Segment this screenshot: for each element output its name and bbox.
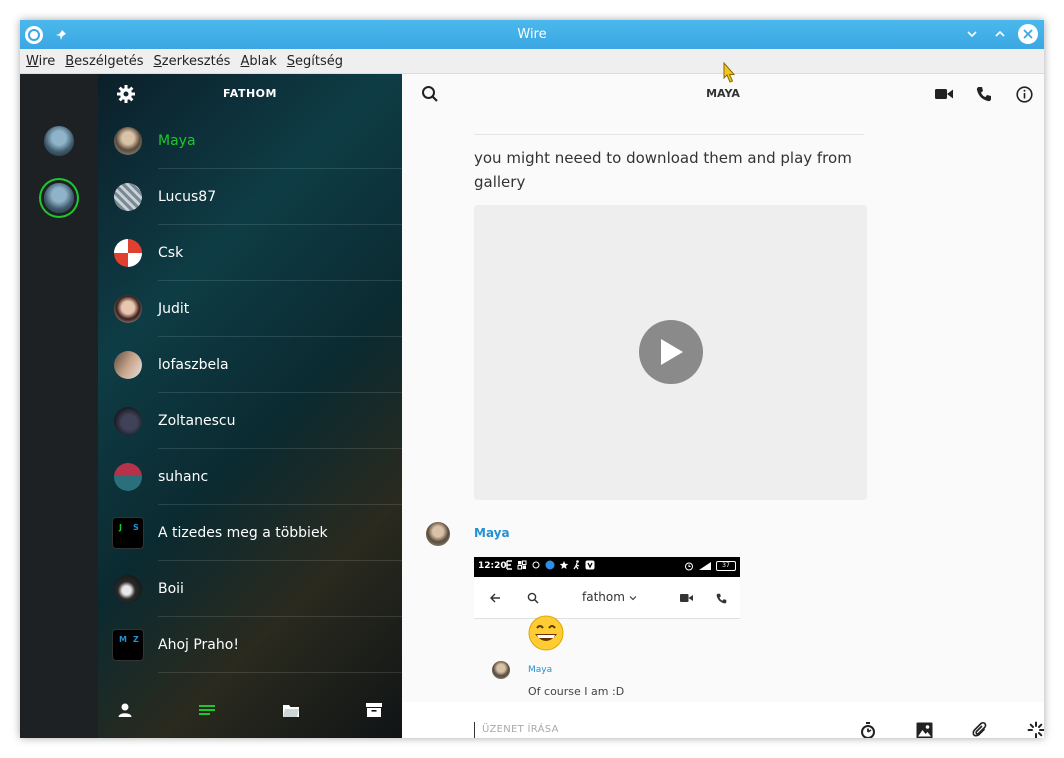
username-label: FATHOM	[223, 87, 277, 100]
conversation-name: Boii	[158, 581, 184, 597]
video-attachment[interactable]	[474, 205, 867, 500]
title-bar: Wire	[20, 20, 1044, 49]
info-icon[interactable]	[1014, 84, 1034, 104]
conversation-name: A tizedes meg a többiek	[158, 525, 328, 541]
conversation-item[interactable]: Boii	[98, 561, 402, 617]
account-avatar[interactable]	[44, 126, 74, 156]
timer-icon[interactable]	[858, 720, 878, 738]
image-icon[interactable]	[914, 720, 934, 738]
conversation-item[interactable]: Lucus87	[98, 169, 402, 225]
avatar	[114, 239, 142, 267]
conversation-name: Judit	[158, 301, 190, 317]
back-arrow-icon	[488, 591, 502, 605]
group-avatar: M Z	[112, 629, 144, 661]
embedded-message-text: Of course I am :D	[528, 685, 625, 698]
message-input-placeholder[interactable]: ÜZENET ÍRÁSA	[482, 724, 559, 735]
embedded-status-bar: 12:20 37	[474, 557, 740, 577]
chevron-down-icon	[629, 596, 637, 601]
conversations-icon[interactable]	[197, 700, 217, 720]
avatar	[114, 183, 142, 211]
conversation-name: Lucus87	[158, 189, 217, 205]
avatar	[114, 407, 142, 435]
menu-bar: Wire Beszélgetés Szerkesztés Ablak Segít…	[20, 49, 1044, 74]
conversation-name: Ahoj Praho!	[158, 637, 239, 653]
message-divider	[474, 134, 864, 135]
list-footer	[98, 682, 402, 738]
grinning-emoji-icon	[528, 615, 564, 651]
conversation-item[interactable]: Maya	[98, 113, 402, 169]
conversation-name: suhanc	[158, 469, 209, 485]
phone-icon	[714, 591, 728, 605]
conversation-name: lofaszbela	[158, 357, 229, 373]
notification-icons	[506, 560, 595, 570]
close-button[interactable]	[1018, 24, 1038, 44]
menu-help[interactable]: Segítség	[287, 54, 343, 69]
archive-icon[interactable]	[364, 700, 384, 720]
list-header: FATHOM	[98, 74, 402, 114]
account-rail	[20, 74, 98, 738]
conversation-item[interactable]: Csk	[98, 225, 402, 281]
contacts-icon[interactable]	[115, 700, 135, 720]
conversation-item[interactable]: Judit	[98, 281, 402, 337]
ping-icon[interactable]	[1026, 720, 1044, 738]
conversation-name: Maya	[158, 133, 196, 149]
play-button[interactable]	[639, 320, 703, 384]
embedded-sender-name: Maya	[528, 665, 553, 675]
minimize-button[interactable]	[962, 24, 982, 44]
paperclip-icon[interactable]	[970, 720, 990, 738]
embedded-sender-avatar	[492, 661, 510, 679]
menu-conversation[interactable]: Beszélgetés	[65, 54, 143, 69]
video-call-icon[interactable]	[934, 84, 954, 104]
video-call-icon	[679, 591, 693, 605]
avatar	[114, 575, 142, 603]
conversation-item[interactable]: J S A tizedes meg a többiek	[98, 505, 402, 561]
message-text: you might neeed to download them and pla…	[474, 149, 852, 191]
hand-cursor-icon	[722, 61, 736, 88]
avatar	[114, 127, 142, 155]
conversation-item[interactable]: suhanc	[98, 449, 402, 505]
embedded-conversation-name: fathom	[582, 590, 637, 604]
conversation-item[interactable]: Zoltanescu	[98, 393, 402, 449]
text-caret	[474, 722, 475, 738]
account-avatar-active[interactable]	[44, 183, 74, 213]
sender-avatar[interactable]	[426, 522, 450, 546]
menu-window[interactable]: Ablak	[240, 54, 276, 69]
avatar	[114, 351, 142, 379]
search-icon	[526, 591, 540, 605]
app-window: Wire Wire Beszélgetés Szerkesztés Ablak …	[20, 20, 1044, 738]
avatar	[114, 295, 142, 323]
phone-icon[interactable]	[974, 84, 994, 104]
menu-wire[interactable]: Wire	[26, 54, 55, 69]
embedded-battery: 37	[716, 561, 736, 571]
conversation-item[interactable]: M Z Ahoj Praho!	[98, 617, 402, 673]
message-composer[interactable]: ÜZENET ÍRÁSA	[402, 702, 1044, 738]
conversation-list: FATHOM Maya Lucus87 Csk Judit lofaszbela	[98, 74, 402, 738]
conversation-name: Zoltanescu	[158, 413, 236, 429]
group-avatar: J S	[112, 517, 144, 549]
menu-edit[interactable]: Szerkesztés	[154, 54, 231, 69]
embedded-time: 12:20	[478, 561, 507, 571]
chat-panel: MAYA you might neeed to download them an…	[402, 74, 1044, 738]
image-attachment[interactable]: 12:20 37 fathom Maya Of course I am:D	[474, 557, 740, 702]
folder-icon[interactable]	[281, 700, 301, 720]
window-title: Wire	[517, 27, 547, 42]
conversation-item[interactable]: lofaszbela	[98, 337, 402, 393]
embedded-chat-header: fathom	[474, 577, 740, 619]
maximize-button[interactable]	[990, 24, 1010, 44]
avatar	[114, 463, 142, 491]
sender-name[interactable]: Maya	[474, 526, 510, 540]
conversation-name: Csk	[158, 245, 184, 261]
